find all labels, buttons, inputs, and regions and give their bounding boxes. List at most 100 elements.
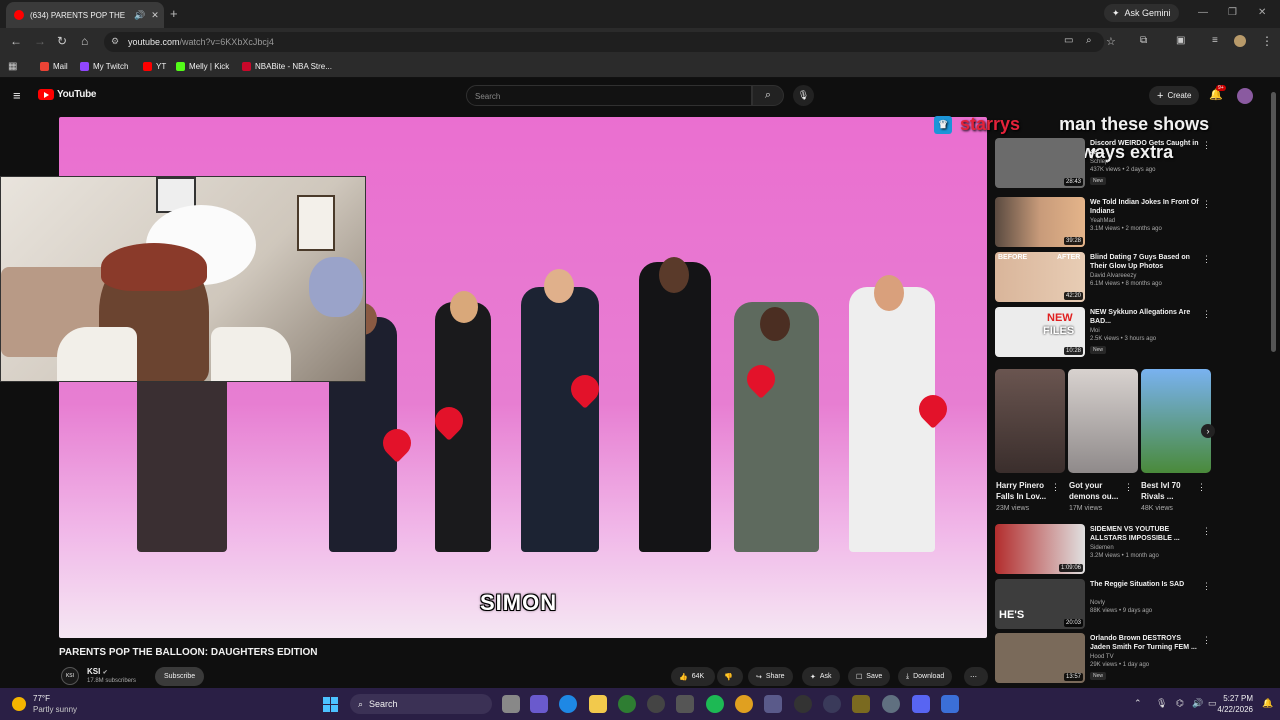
recommendation-title[interactable]: Discord WEIRDO Gets Caught in 4K... <box>1090 139 1200 157</box>
channel-avatar[interactable]: KSI <box>61 667 79 685</box>
file-explorer-icon[interactable] <box>589 695 607 713</box>
chrome-icon[interactable] <box>735 695 753 713</box>
more-options-icon[interactable]: ⋮ <box>1202 140 1211 151</box>
taskbar-time[interactable]: 5:27 PM <box>1221 694 1253 703</box>
cast-icon[interactable]: ▭ <box>1064 35 1073 46</box>
weather-temp[interactable]: 77°F <box>33 694 50 703</box>
spotify-icon[interactable] <box>706 695 724 713</box>
page-scrollbar[interactable] <box>1271 92 1276 352</box>
home-icon[interactable]: ⌂ <box>81 34 88 48</box>
recommendation-title[interactable]: The Reggie Situation Is SAD <box>1090 580 1200 589</box>
bookmark-twitch[interactable]: My Twitch <box>80 62 128 71</box>
download-button[interactable]: ⤓ Download <box>898 667 953 686</box>
recommendation-item[interactable]: BEFORE AFTER 42:20 Blind Dating 7 Guys B… <box>995 252 1220 302</box>
more-options-icon[interactable]: ⋮ <box>1202 309 1211 320</box>
recommendation-title[interactable]: Blind Dating 7 Guys Based on Their Glow … <box>1090 253 1200 271</box>
weather-sun-icon[interactable] <box>12 697 26 711</box>
more-options-icon[interactable]: ⋮ <box>1051 482 1060 493</box>
wifi-icon[interactable]: ⌬ <box>1176 698 1184 709</box>
share-button[interactable]: ↪ Share <box>748 667 793 686</box>
hamburger-menu-icon[interactable]: ≡ <box>13 88 21 103</box>
more-options-icon[interactable]: ⋮ <box>1197 482 1206 493</box>
app-icon[interactable] <box>764 695 782 713</box>
recommendation-channel[interactable]: Schlep <box>1090 159 1108 165</box>
zoom-icon[interactable]: ⌕ <box>1086 35 1092 46</box>
discord-icon[interactable] <box>912 695 930 713</box>
steam-icon[interactable] <box>647 695 665 713</box>
settings-gear-icon[interactable] <box>882 695 900 713</box>
bookmark-yt[interactable]: YT <box>143 62 166 71</box>
recommendation-channel[interactable]: Hood TV <box>1090 654 1114 660</box>
save-button[interactable]: ☐ Save <box>848 667 891 686</box>
video-thumbnail[interactable]: HE'S 20:03 <box>995 579 1085 629</box>
video-thumbnail[interactable]: NEW FILES 10:28 <box>995 307 1085 357</box>
dislike-button[interactable]: 👎 <box>717 667 743 686</box>
recommendation-item[interactable]: 13:57 Orlando Brown DESTROYS Jaden Smith… <box>995 633 1220 683</box>
url-bar[interactable]: youtube.com/watch?v=6KXbXcJbcj4 <box>104 32 1104 52</box>
video-thumbnail[interactable]: 28:43 <box>995 138 1085 188</box>
task-view-icon[interactable] <box>502 695 520 713</box>
youtube-search-input[interactable]: Search <box>466 85 752 106</box>
more-options-icon[interactable]: ⋮ <box>1202 254 1211 265</box>
video-thumbnail[interactable]: 13:57 <box>995 633 1085 683</box>
short-thumbnail[interactable] <box>1141 369 1211 473</box>
more-options-icon[interactable]: ⋮ <box>1202 199 1211 210</box>
recommendation-channel[interactable]: Novly <box>1090 600 1105 606</box>
maximize-icon[interactable]: ❐ <box>1228 7 1237 18</box>
profile-avatar[interactable] <box>1234 35 1246 47</box>
recommendation-title[interactable]: SIDEMEN VS YOUTUBE ALLSTARS IMPOSSIBLE .… <box>1090 525 1200 543</box>
chevron-up-icon[interactable]: ⌃ <box>1134 698 1142 709</box>
new-tab-button[interactable]: + <box>170 6 178 21</box>
video-thumbnail[interactable]: 1:09:06 <box>995 524 1085 574</box>
recommendation-item[interactable]: NEW FILES 10:28 NEW Sykkuno Allegations … <box>995 307 1220 357</box>
browser-menu-icon[interactable]: ⋮ <box>1261 34 1273 48</box>
bookmark-mail[interactable]: Mail <box>40 62 68 71</box>
video-thumbnail[interactable]: BEFORE AFTER 42:20 <box>995 252 1085 302</box>
microphone-icon[interactable]: 🎙 <box>1156 698 1167 709</box>
more-options-icon[interactable]: ⋮ <box>1202 526 1211 537</box>
search-icon[interactable]: ⌕ <box>752 85 784 106</box>
volume-icon[interactable]: 🔊 <box>1192 698 1203 709</box>
more-options-icon[interactable]: ⋮ <box>1202 635 1211 646</box>
subscribe-button[interactable]: Subscribe <box>155 667 205 686</box>
xbox-icon[interactable] <box>618 695 636 713</box>
recommendation-item[interactable]: 28:43 Discord WEIRDO Gets Caught in 4K..… <box>995 138 1220 188</box>
minimize-icon[interactable]: — <box>1198 7 1208 18</box>
forward-icon[interactable]: → <box>34 34 46 48</box>
chevron-right-icon[interactable]: › <box>1201 424 1215 438</box>
taskbar-date[interactable]: 4/22/2026 <box>1215 705 1253 714</box>
recommendation-title[interactable]: NEW Sykkuno Allegations Are BAD... <box>1090 308 1200 326</box>
microphone-icon[interactable]: 🎙 <box>793 85 814 106</box>
short-thumbnail[interactable] <box>1068 369 1138 473</box>
bookmark-nbabite[interactable]: NBABite - NBA Stre... <box>242 62 332 71</box>
recommendation-channel[interactable]: YeahMad <box>1090 218 1115 224</box>
bookmark-star-icon[interactable]: ☆ <box>1106 35 1116 48</box>
app-icon[interactable] <box>941 695 959 713</box>
recommendation-item[interactable]: 1:09:06 SIDEMEN VS YOUTUBE ALLSTARS IMPO… <box>995 524 1220 574</box>
channel-name[interactable]: KSI ✔ <box>87 667 108 676</box>
recommendation-channel[interactable]: Sidemen <box>1090 545 1114 551</box>
taskbar-search[interactable]: ⌕ Search <box>350 694 492 714</box>
speaker-icon[interactable]: 🔊 <box>134 10 145 21</box>
windows-start-icon[interactable] <box>323 697 338 712</box>
browser-tab[interactable]: (634) PARENTS POP THE BA 🔊 ✕ <box>6 2 164 28</box>
like-button[interactable]: 👍 64K <box>671 667 715 686</box>
recommendation-item[interactable]: 39:28 We Told Indian Jokes In Front Of I… <box>995 197 1220 247</box>
more-actions-button[interactable]: ⋯ <box>964 667 988 686</box>
reload-icon[interactable]: ↻ <box>57 34 67 48</box>
media-icon[interactable]: ≡ <box>1212 35 1218 46</box>
extensions-icon[interactable]: ⧉ <box>1140 35 1147 46</box>
edge-icon[interactable] <box>559 695 577 713</box>
short-thumbnail[interactable] <box>995 369 1065 473</box>
recommendation-title[interactable]: Orlando Brown DESTROYS Jaden Smith For T… <box>1090 634 1200 652</box>
site-info-icon[interactable]: ⚙ <box>111 36 119 47</box>
ask-button[interactable]: ✦ Ask <box>802 667 840 686</box>
recommendation-title[interactable]: We Told Indian Jokes In Front Of Indians <box>1090 198 1200 216</box>
apps-grid-icon[interactable]: ▦ <box>8 61 17 72</box>
back-icon[interactable]: ← <box>10 34 22 48</box>
youtube-logo[interactable]: YouTube <box>38 89 97 100</box>
copilot-icon[interactable] <box>530 695 548 713</box>
tab-close-icon[interactable]: ✕ <box>151 10 159 21</box>
store-icon[interactable] <box>676 695 694 713</box>
bookmark-kick[interactable]: Melly | Kick <box>176 62 229 71</box>
